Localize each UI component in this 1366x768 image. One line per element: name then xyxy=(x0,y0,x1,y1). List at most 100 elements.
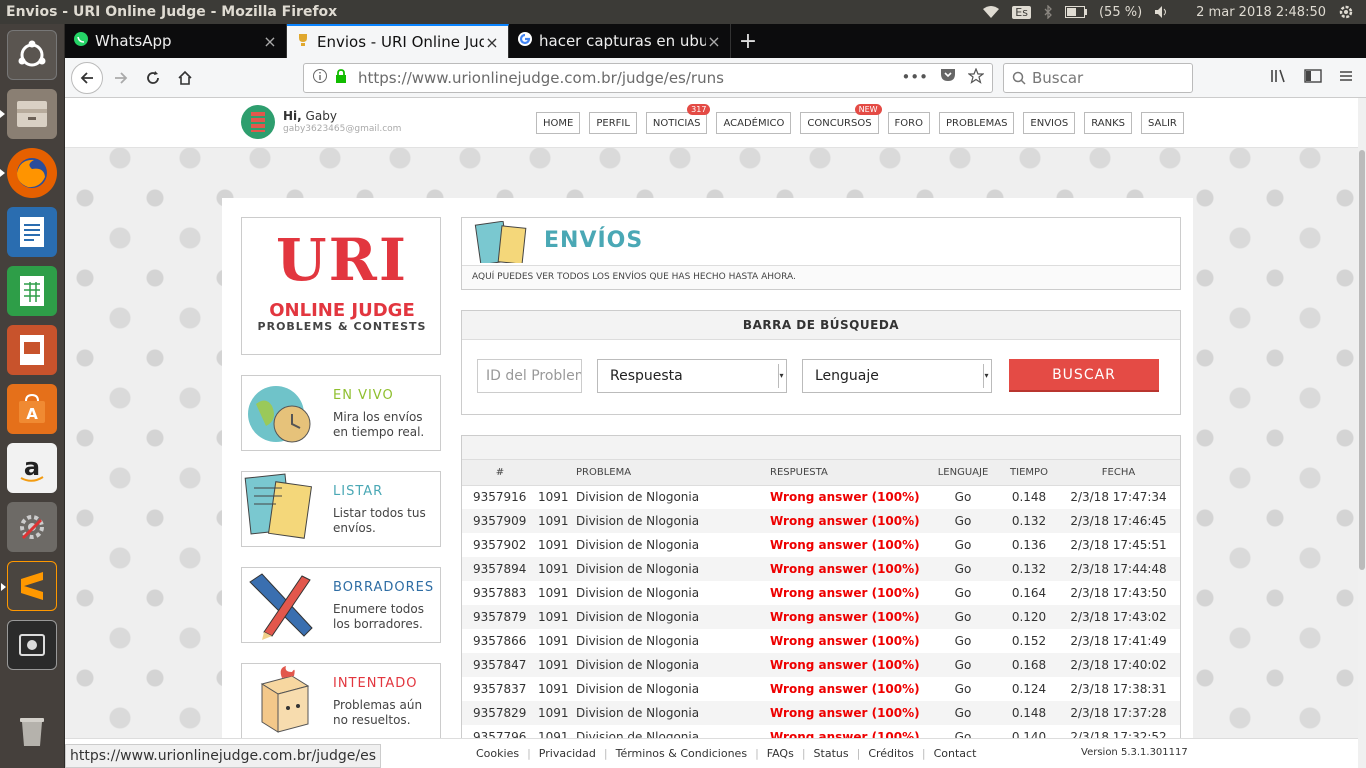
run-id[interactable]: 9357902 xyxy=(462,533,538,557)
col-header-lenguaje[interactable]: LENGUAJE xyxy=(925,460,1001,486)
files-icon[interactable] xyxy=(0,89,57,139)
forward-button[interactable] xyxy=(107,64,135,92)
run-answer[interactable]: Wrong answer (100%) xyxy=(770,701,925,725)
system-settings-icon[interactable] xyxy=(7,502,57,552)
footer-link[interactable]: Términos & Condiciones xyxy=(616,747,747,760)
tab-close-icon[interactable]: × xyxy=(484,33,500,52)
avatar[interactable] xyxy=(241,105,275,139)
footer-link[interactable]: Privacidad xyxy=(539,747,596,760)
run-id[interactable]: 9357883 xyxy=(462,581,538,605)
hamburger-menu-icon[interactable] xyxy=(1338,68,1354,88)
col-header-tiempo[interactable]: TIEMPO xyxy=(1001,460,1057,486)
table-row[interactable]: 9357847 1091 Division de Nlogonia Wrong ans… xyxy=(462,653,1180,677)
problem-name[interactable]: Division de Nlogonia xyxy=(576,485,770,509)
power-gear-icon[interactable] xyxy=(1338,4,1354,20)
search-bar[interactable]: Buscar xyxy=(1003,62,1193,93)
col-header-respuesta[interactable]: RESPUESTA xyxy=(770,460,925,486)
card-listar[interactable]: LISTAR Listar todos tus envíos. xyxy=(241,471,441,547)
firefox-icon[interactable] xyxy=(0,148,57,198)
problem-name[interactable]: Division de Nlogonia xyxy=(576,509,770,533)
footer-link[interactable]: Créditos xyxy=(868,747,914,760)
tab-envios[interactable]: Envios - URI Online Judge × xyxy=(287,24,509,58)
uri-logo[interactable]: URI ONLINE JUDGE PROBLEMS & CONTESTS xyxy=(241,217,441,355)
run-id[interactable]: 9357894 xyxy=(462,557,538,581)
table-row[interactable]: 9357829 1091 Division de Nlogonia Wrong ans… xyxy=(462,701,1180,725)
nav-home[interactable]: HOME xyxy=(536,112,581,134)
run-answer[interactable]: Wrong answer (100%) xyxy=(770,557,925,581)
new-tab-button[interactable]: + xyxy=(731,24,765,58)
respuesta-select[interactable]: Respuesta ▾ xyxy=(597,359,787,393)
card-en-vivo[interactable]: EN VIVO Mira los envíos en tiempo real. xyxy=(241,375,441,451)
run-answer[interactable]: Wrong answer (100%) xyxy=(770,581,925,605)
nav-salir[interactable]: SALIR xyxy=(1141,112,1184,134)
run-answer[interactable]: Wrong answer (100%) xyxy=(770,605,925,629)
screenshot-icon[interactable] xyxy=(7,620,57,670)
info-icon[interactable] xyxy=(312,68,328,88)
clock[interactable]: 2 mar 2018 2:48:50 xyxy=(1196,5,1326,20)
trash-icon[interactable] xyxy=(7,706,57,756)
problem-name[interactable]: Division de Nlogonia xyxy=(576,701,770,725)
tab-google[interactable]: hacer capturas en ubuntu × xyxy=(509,24,731,58)
software-center-icon[interactable]: A xyxy=(7,384,57,434)
bluetooth-icon[interactable] xyxy=(1043,5,1053,19)
nav-problemas[interactable]: PROBLEMAS xyxy=(939,112,1015,134)
col-header-id[interactable]: # xyxy=(462,460,538,486)
libreoffice-impress-icon[interactable] xyxy=(7,325,57,375)
table-row[interactable]: 9357916 1091 Division de Nlogonia Wrong ans… xyxy=(462,485,1180,509)
lenguaje-select[interactable]: Lenguaje ▾ xyxy=(802,359,992,393)
footer-link[interactable]: Cookies xyxy=(476,747,519,760)
run-id[interactable]: 9357837 xyxy=(462,677,538,701)
card-borradores[interactable]: BORRADORES Enumere todos los borradores. xyxy=(241,567,441,643)
keyboard-layout-indicator[interactable]: Es xyxy=(1012,5,1031,19)
table-row[interactable]: 9357894 1091 Division de Nlogonia Wrong ans… xyxy=(462,557,1180,581)
problem-name[interactable]: Division de Nlogonia xyxy=(576,677,770,701)
nav-academico[interactable]: ACADÉMICO xyxy=(716,112,792,134)
run-id[interactable]: 9357866 xyxy=(462,629,538,653)
tab-whatsapp[interactable]: WhatsApp × xyxy=(65,24,287,58)
problem-name[interactable]: Division de Nlogonia xyxy=(576,605,770,629)
problem-name[interactable]: Division de Nlogonia xyxy=(576,653,770,677)
page-actions-icon[interactable]: ••• xyxy=(901,68,928,88)
run-id[interactable]: 9357829 xyxy=(462,701,538,725)
tab-close-icon[interactable]: × xyxy=(706,32,722,51)
run-id[interactable]: 9357879 xyxy=(462,605,538,629)
problem-id-input[interactable]: ID del Problema xyxy=(477,359,582,393)
table-row[interactable]: 9357883 1091 Division de Nlogonia Wrong ans… xyxy=(462,581,1180,605)
url-bar[interactable]: https://www.urionlinejudge.com.br/judge/… xyxy=(303,62,993,93)
run-answer[interactable]: Wrong answer (100%) xyxy=(770,677,925,701)
table-row[interactable]: 9357909 1091 Division de Nlogonia Wrong ans… xyxy=(462,509,1180,533)
back-button[interactable] xyxy=(71,61,103,94)
nav-envios[interactable]: ENVIOS xyxy=(1023,112,1076,134)
nav-ranks[interactable]: RANKS xyxy=(1084,112,1133,134)
run-answer[interactable]: Wrong answer (100%) xyxy=(770,509,925,533)
table-row[interactable]: 9357879 1091 Division de Nlogonia Wrong ans… xyxy=(462,605,1180,629)
run-answer[interactable]: Wrong answer (100%) xyxy=(770,629,925,653)
footer-link[interactable]: FAQs xyxy=(767,747,794,760)
pocket-icon[interactable] xyxy=(940,68,956,88)
run-id[interactable]: 9357847 xyxy=(462,653,538,677)
libreoffice-writer-icon[interactable] xyxy=(7,207,57,257)
sidebar-icon[interactable] xyxy=(1304,68,1322,88)
bookmark-star-icon[interactable] xyxy=(967,66,985,88)
nav-perfil[interactable]: PERFIL xyxy=(589,112,637,134)
run-id[interactable]: 9357909 xyxy=(462,509,538,533)
scrollbar-thumb[interactable] xyxy=(1359,150,1365,570)
nav-noticias[interactable]: NOTICIAS 317 xyxy=(645,104,711,134)
ubuntu-dash-icon[interactable] xyxy=(7,30,57,80)
col-header-problema[interactable]: PROBLEMA xyxy=(576,460,770,486)
nav-foro[interactable]: FORO xyxy=(887,112,930,134)
run-answer[interactable]: Wrong answer (100%) xyxy=(770,485,925,509)
wifi-icon[interactable] xyxy=(982,5,1000,19)
footer-link[interactable]: Status xyxy=(814,747,849,760)
problem-name[interactable]: Division de Nlogonia xyxy=(576,629,770,653)
table-row[interactable]: 9357866 1091 Division de Nlogonia Wrong ans… xyxy=(462,629,1180,653)
battery-icon[interactable] xyxy=(1064,6,1087,18)
home-button[interactable] xyxy=(171,64,199,92)
run-id[interactable]: 9357916 xyxy=(462,485,538,509)
volume-icon[interactable] xyxy=(1154,5,1170,19)
sublime-text-icon[interactable] xyxy=(1,561,57,611)
table-row[interactable]: 9357902 1091 Division de Nlogonia Wrong ans… xyxy=(462,533,1180,557)
tab-close-icon[interactable]: × xyxy=(262,32,278,51)
footer-link[interactable]: Contact xyxy=(934,747,977,760)
table-row[interactable]: 9357837 1091 Division de Nlogonia Wrong ans… xyxy=(462,677,1180,701)
